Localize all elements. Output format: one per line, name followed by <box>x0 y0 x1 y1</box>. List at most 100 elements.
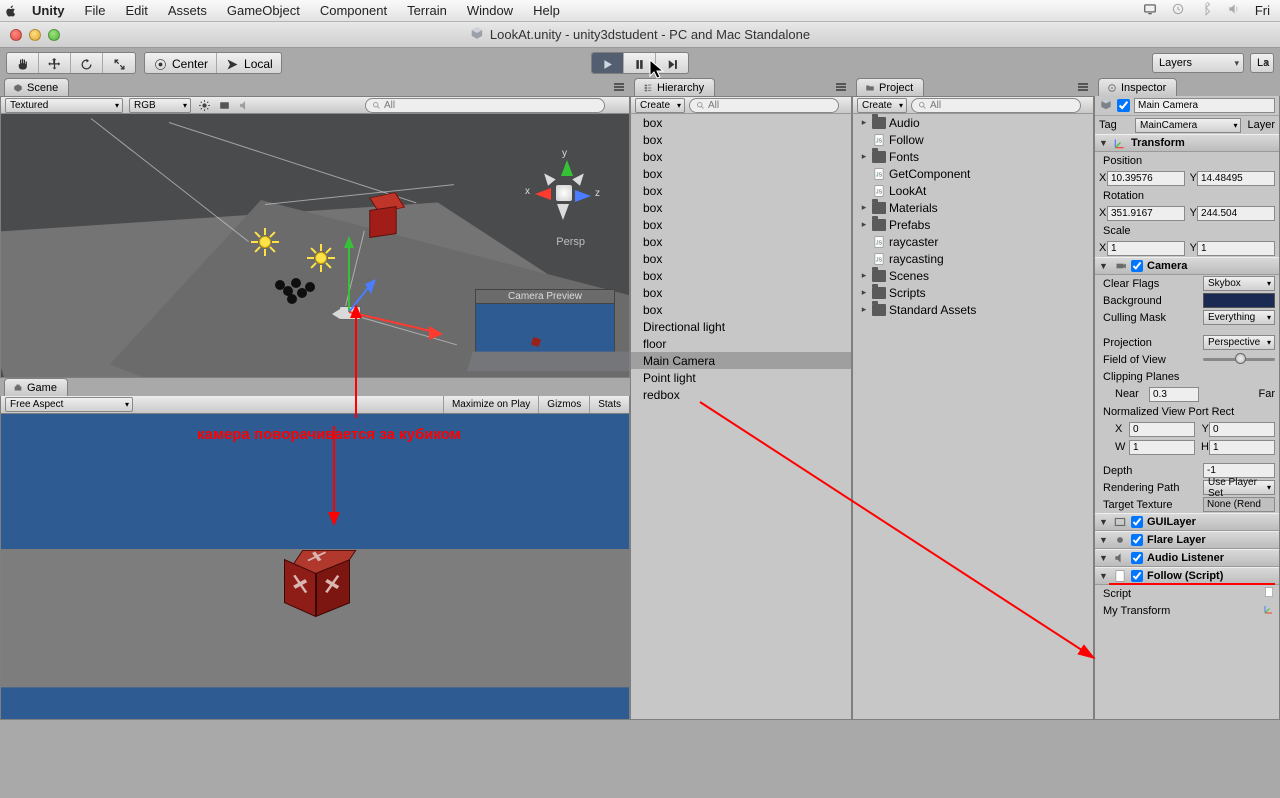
rotation-x-field[interactable]: 351.9167 <box>1107 206 1185 221</box>
gameobject-active-checkbox[interactable] <box>1117 99 1130 112</box>
transform-ref-icon[interactable] <box>1263 603 1275 615</box>
rotate-tool-button[interactable] <box>71 53 103 74</box>
project-list[interactable]: ▸AudioJSFollow▸FontsJSGetComponentJSLook… <box>852 114 1094 720</box>
close-window-button[interactable] <box>10 29 22 41</box>
pivot-local-button[interactable]: Local <box>217 53 281 74</box>
tag-dropdown[interactable]: MainCamera <box>1135 118 1241 133</box>
zoom-window-button[interactable] <box>48 29 60 41</box>
fov-slider[interactable] <box>1203 352 1275 367</box>
hierarchy-item[interactable]: floor <box>631 335 851 352</box>
hierarchy-search-input[interactable]: All <box>689 98 839 113</box>
hierarchy-item[interactable]: box <box>631 216 851 233</box>
scale-y-field[interactable]: 1 <box>1197 241 1275 256</box>
point-light-gizmo-icon[interactable] <box>309 246 333 270</box>
move-gizmo[interactable] <box>331 224 441 344</box>
minimize-window-button[interactable] <box>29 29 41 41</box>
hierarchy-item[interactable]: box <box>631 267 851 284</box>
hierarchy-item[interactable]: Directional light <box>631 318 851 335</box>
hierarchy-item[interactable]: Point light <box>631 369 851 386</box>
hierarchy-item[interactable]: box <box>631 233 851 250</box>
project-tab[interactable]: Project <box>856 78 924 96</box>
project-item[interactable]: ▸Standard Assets <box>853 301 1093 318</box>
screen-icon[interactable] <box>1143 2 1157 19</box>
guilayer-component-header[interactable]: ▼GUILayer <box>1095 513 1279 531</box>
script-object-icon[interactable] <box>1263 586 1275 598</box>
menu-component[interactable]: Component <box>310 3 397 18</box>
project-item[interactable]: JSraycasting <box>853 250 1093 267</box>
position-y-field[interactable]: 14.48495 <box>1197 171 1275 186</box>
hierarchy-item[interactable]: redbox <box>631 386 851 403</box>
scene-tab[interactable]: Scene <box>4 78 69 96</box>
project-item[interactable]: JSGetComponent <box>853 165 1093 182</box>
scene-viewport[interactable]: y x z Persp Camera Preview <box>0 114 630 378</box>
viewport-y-field[interactable]: 0 <box>1209 422 1275 437</box>
viewport-h-field[interactable]: 1 <box>1209 440 1275 455</box>
hierarchy-item[interactable]: box <box>631 114 851 131</box>
background-color-field[interactable] <box>1203 293 1275 308</box>
scale-x-field[interactable]: 1 <box>1107 241 1185 256</box>
flarelayer-component-header[interactable]: ▼Flare Layer <box>1095 531 1279 549</box>
bluetooth-icon[interactable] <box>1199 2 1213 19</box>
project-item[interactable]: JSLookAt <box>853 182 1093 199</box>
scale-tool-button[interactable] <box>103 53 135 74</box>
inspector-tab[interactable]: Inspector <box>1098 78 1177 96</box>
menu-window[interactable]: Window <box>457 3 523 18</box>
project-item[interactable]: ▸Audio <box>853 114 1093 131</box>
camera-component-header[interactable]: ▼ Camera <box>1095 257 1279 275</box>
project-item[interactable]: ▸Scripts <box>853 284 1093 301</box>
camera-enabled-checkbox[interactable] <box>1131 260 1143 272</box>
hierarchy-item[interactable]: Main Camera <box>631 352 851 369</box>
menu-help[interactable]: Help <box>523 3 570 18</box>
play-button[interactable] <box>592 53 624 74</box>
hierarchy-item[interactable]: box <box>631 301 851 318</box>
scene-fx-toggle-icon[interactable] <box>217 98 231 112</box>
scene-audio-toggle-icon[interactable] <box>237 98 251 112</box>
hierarchy-item[interactable]: box <box>631 182 851 199</box>
hierarchy-panel-menu-icon[interactable] <box>836 81 848 93</box>
game-gizmos-toggle[interactable]: Gizmos <box>538 396 589 413</box>
game-aspect-dropdown[interactable]: Free Aspect <box>5 397 133 412</box>
clear-flags-dropdown[interactable]: Skybox <box>1203 276 1275 291</box>
project-item[interactable]: ▸Prefabs <box>853 216 1093 233</box>
directional-light-gizmo-icon[interactable] <box>253 230 277 254</box>
hierarchy-item[interactable]: box <box>631 250 851 267</box>
menu-app-name[interactable]: Unity <box>22 3 75 18</box>
near-clip-field[interactable]: 0.3 <box>1149 387 1199 402</box>
scene-shade-dropdown[interactable]: Textured <box>5 98 123 113</box>
scene-panel-menu-icon[interactable] <box>614 81 626 93</box>
culling-mask-dropdown[interactable]: Everything <box>1203 310 1275 325</box>
project-item[interactable]: ▸Materials <box>853 199 1093 216</box>
audiolistener-component-header[interactable]: ▼Audio Listener <box>1095 549 1279 567</box>
rendering-path-dropdown[interactable]: Use Player Set <box>1203 480 1275 495</box>
hierarchy-item[interactable]: box <box>631 165 851 182</box>
scene-orientation-gizmo[interactable]: y x z <box>529 158 599 228</box>
timemachine-icon[interactable] <box>1171 2 1185 19</box>
viewport-x-field[interactable]: 0 <box>1129 422 1195 437</box>
target-texture-field[interactable]: None (Rend <box>1203 497 1275 512</box>
hierarchy-item[interactable]: box <box>631 148 851 165</box>
rotation-y-field[interactable]: 244.504 <box>1197 206 1275 221</box>
hierarchy-tab[interactable]: Hierarchy <box>634 78 715 96</box>
scene-render-dropdown[interactable]: RGB <box>129 98 191 113</box>
project-item[interactable]: JSraycaster <box>853 233 1093 250</box>
hierarchy-item[interactable]: box <box>631 131 851 148</box>
project-create-dropdown[interactable]: Create <box>857 98 907 113</box>
hand-tool-button[interactable] <box>7 53 39 74</box>
layers-dropdown[interactable]: Layers <box>1152 53 1244 73</box>
apple-icon[interactable] <box>0 4 22 18</box>
game-viewport[interactable]: ✕ ✕ ✕ камера поворачивается за кубиком <box>0 414 630 720</box>
pivot-center-button[interactable]: Center <box>145 53 217 74</box>
hierarchy-list[interactable]: boxboxboxboxboxboxboxboxboxboxboxboxDire… <box>630 114 852 720</box>
menu-assets[interactable]: Assets <box>158 3 217 18</box>
position-x-field[interactable]: 10.39576 <box>1107 171 1185 186</box>
menu-terrain[interactable]: Terrain <box>397 3 457 18</box>
project-item[interactable]: JSFollow <box>853 131 1093 148</box>
maximize-on-play-toggle[interactable]: Maximize on Play <box>443 396 538 413</box>
follow-script-component-header[interactable]: ▼Follow (Script) <box>1095 567 1279 585</box>
project-item[interactable]: ▸Fonts <box>853 148 1093 165</box>
projection-dropdown[interactable]: Perspective <box>1203 335 1275 350</box>
transform-component-header[interactable]: ▼ Transform <box>1095 134 1279 152</box>
project-panel-menu-icon[interactable] <box>1078 81 1090 93</box>
menu-edit[interactable]: Edit <box>115 3 157 18</box>
game-tab[interactable]: Game <box>4 378 68 396</box>
